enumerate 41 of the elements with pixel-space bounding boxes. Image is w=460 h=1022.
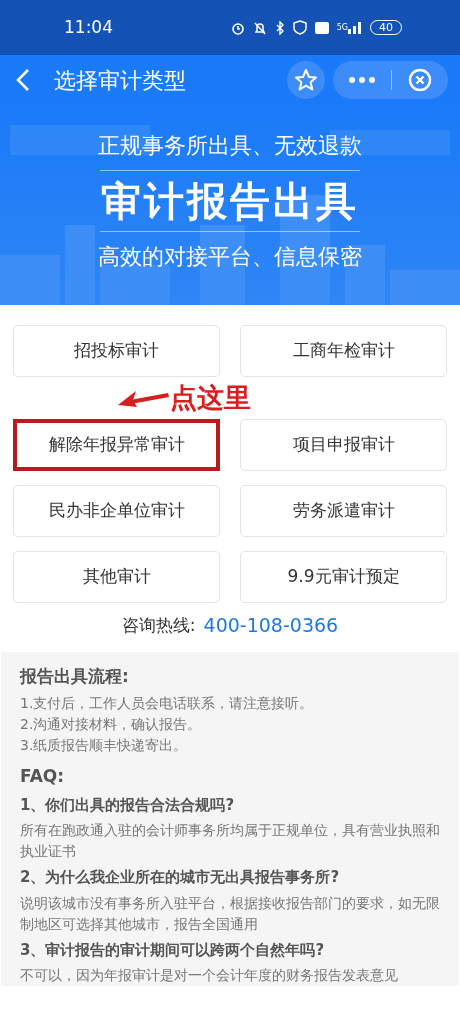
phone-link[interactable]: 400-108-0366: [203, 611, 339, 640]
faq-answer: 不可以，因为年报审计是对一个会计年度的财务报告发表意见: [20, 966, 399, 985]
section-title: FAQ:: [20, 765, 66, 788]
hotline-label: 咨询热线:: [121, 613, 196, 637]
banner-tagline: 正规事务所出具、无效退款: [98, 132, 362, 160]
faq-answer: 所有在跑政通入驻的会计师事务所均属于正规单位，具有营业执照和执业证书: [20, 821, 440, 861]
close-button[interactable]: [408, 68, 432, 92]
audit-type-button[interactable]: 民办非企单位审计: [13, 485, 220, 537]
section-title: 报告出具流程:: [20, 664, 130, 688]
process-step: 3.纸质报告顺丰快递寄出。: [20, 735, 440, 756]
faq-question: 1、你们出具的报告合法合规吗?: [20, 794, 236, 816]
bell-off-icon: [252, 20, 267, 35]
annotation-text: 点这里: [170, 383, 251, 413]
banner-tagline: 高效的对接平台、信息保密: [98, 243, 362, 271]
more-button[interactable]: [349, 77, 375, 83]
audit-type-button[interactable]: 9.9元审计预定: [240, 551, 447, 603]
faq-question: 3、审计报告的审计期间可以跨两个自然年吗?: [20, 939, 326, 961]
back-button[interactable]: [16, 68, 30, 92]
close-icon: [408, 68, 432, 92]
faq-answer: 说明该城市没有事务所入驻平台，根据接收报告部门的要求，如无限制地区可选择其他城市，报告全国通用: [20, 893, 440, 934]
clock-time: 11:04: [64, 15, 113, 39]
signal-icon: [348, 21, 362, 34]
shield-icon: [292, 20, 307, 35]
back-icon: [16, 68, 30, 92]
page-title: 选择审计类型: [54, 66, 187, 95]
star-icon: [294, 68, 318, 92]
banner-headline: 审计报告出具: [101, 177, 359, 226]
faq-question: 2、为什么我企业所在的城市无出具报告事务所?: [20, 867, 341, 888]
alarm-icon: [230, 20, 245, 35]
audit-type-button[interactable]: 解除年报异常审计: [13, 419, 220, 471]
more-icon: [349, 77, 375, 83]
audit-type-button[interactable]: 工商年检审计: [240, 325, 447, 377]
audit-type-button[interactable]: 招投标审计: [13, 325, 220, 377]
audit-type-button[interactable]: 劳务派遣审计: [240, 485, 447, 537]
process-step: 2.沟通对接材料，确认报告。: [20, 714, 440, 735]
bluetooth-icon: [274, 20, 285, 35]
network-type: 5G: [336, 21, 348, 34]
audit-type-button[interactable]: 其他审计: [13, 551, 220, 603]
process-step: 1.支付后，工作人员会电话联系，请注意接听。: [20, 693, 440, 714]
favorite-button[interactable]: [287, 61, 325, 99]
audit-type-button[interactable]: 项目申报审计: [240, 419, 447, 471]
